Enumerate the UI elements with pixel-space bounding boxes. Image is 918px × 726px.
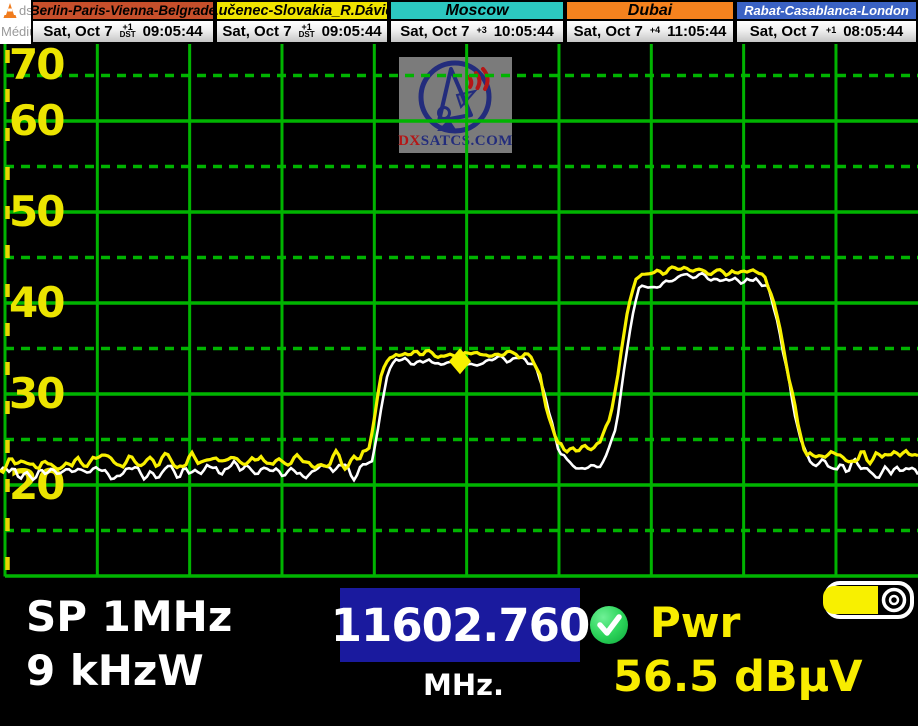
timezone-offset: +3 [476,27,486,34]
clock-time: 08:05:44 [843,23,903,40]
clock-city-label: Moscow [389,0,565,21]
clock-time-row: Sat, Oct 7 +1 08:05:44 [735,21,918,44]
clock-time-row: Sat, Oct 7 +4 11:05:44 [565,21,735,44]
clock-city-label: Rabat-Casablanca-London [735,0,918,21]
world-clock-bar: ds Médiu Berlin-Paris-Vienna-Belgrade Sa… [0,0,918,44]
clock-time: 09:05:44 [143,23,203,40]
clock-time-row: Sat, Oct 7 +3 10:05:44 [389,21,565,44]
background-window-edge: ds Médiu [0,0,34,44]
clock-date: Sat, Oct 7 [222,23,291,40]
reference-trace-white [0,273,918,480]
clock-panel-berlin[interactable]: Berlin-Paris-Vienna-Belgrade Sat, Oct 7 … [31,0,215,44]
timezone-offset: +1 [826,27,836,34]
clock-date: Sat, Oct 7 [43,23,112,40]
clock-time: 10:05:44 [494,23,554,40]
timezone-offset: +1DST [120,24,136,38]
clock-time: 11:05:44 [667,23,726,40]
clock-date: Sat, Oct 7 [574,23,643,40]
vlc-cone-icon [2,2,18,19]
spectrum-traces [0,0,918,726]
clock-city-label: Berlin-Paris-Vienna-Belgrade [31,0,215,21]
clock-date: Sat, Oct 7 [750,23,819,40]
clock-panel-dubai[interactable]: Dubai Sat, Oct 7 +4 11:05:44 [565,0,735,44]
spectrum-analyzer-screen: DXSATCS.COM 706050403020 ds Médiu Berlin… [0,0,918,726]
timezone-offset: +1DST [299,24,315,38]
timezone-offset: +4 [650,27,660,34]
clock-time: 09:05:44 [322,23,382,40]
clock-city-label: Lučenec-Slovakia_R.Dávid [215,0,389,21]
clock-city-label: Dubai [565,0,735,21]
clock-panel-lucenec[interactable]: Lučenec-Slovakia_R.Dávid Sat, Oct 7 +1DS… [215,0,389,44]
clock-panel-rabat[interactable]: Rabat-Casablanca-London Sat, Oct 7 +1 08… [735,0,918,44]
clock-panel-moscow[interactable]: Moscow Sat, Oct 7 +3 10:05:44 [389,0,565,44]
clock-date: Sat, Oct 7 [400,23,469,40]
clock-time-row: Sat, Oct 7 +1DST 09:05:44 [215,21,389,44]
clock-time-row: Sat, Oct 7 +1DST 09:05:44 [31,21,215,44]
